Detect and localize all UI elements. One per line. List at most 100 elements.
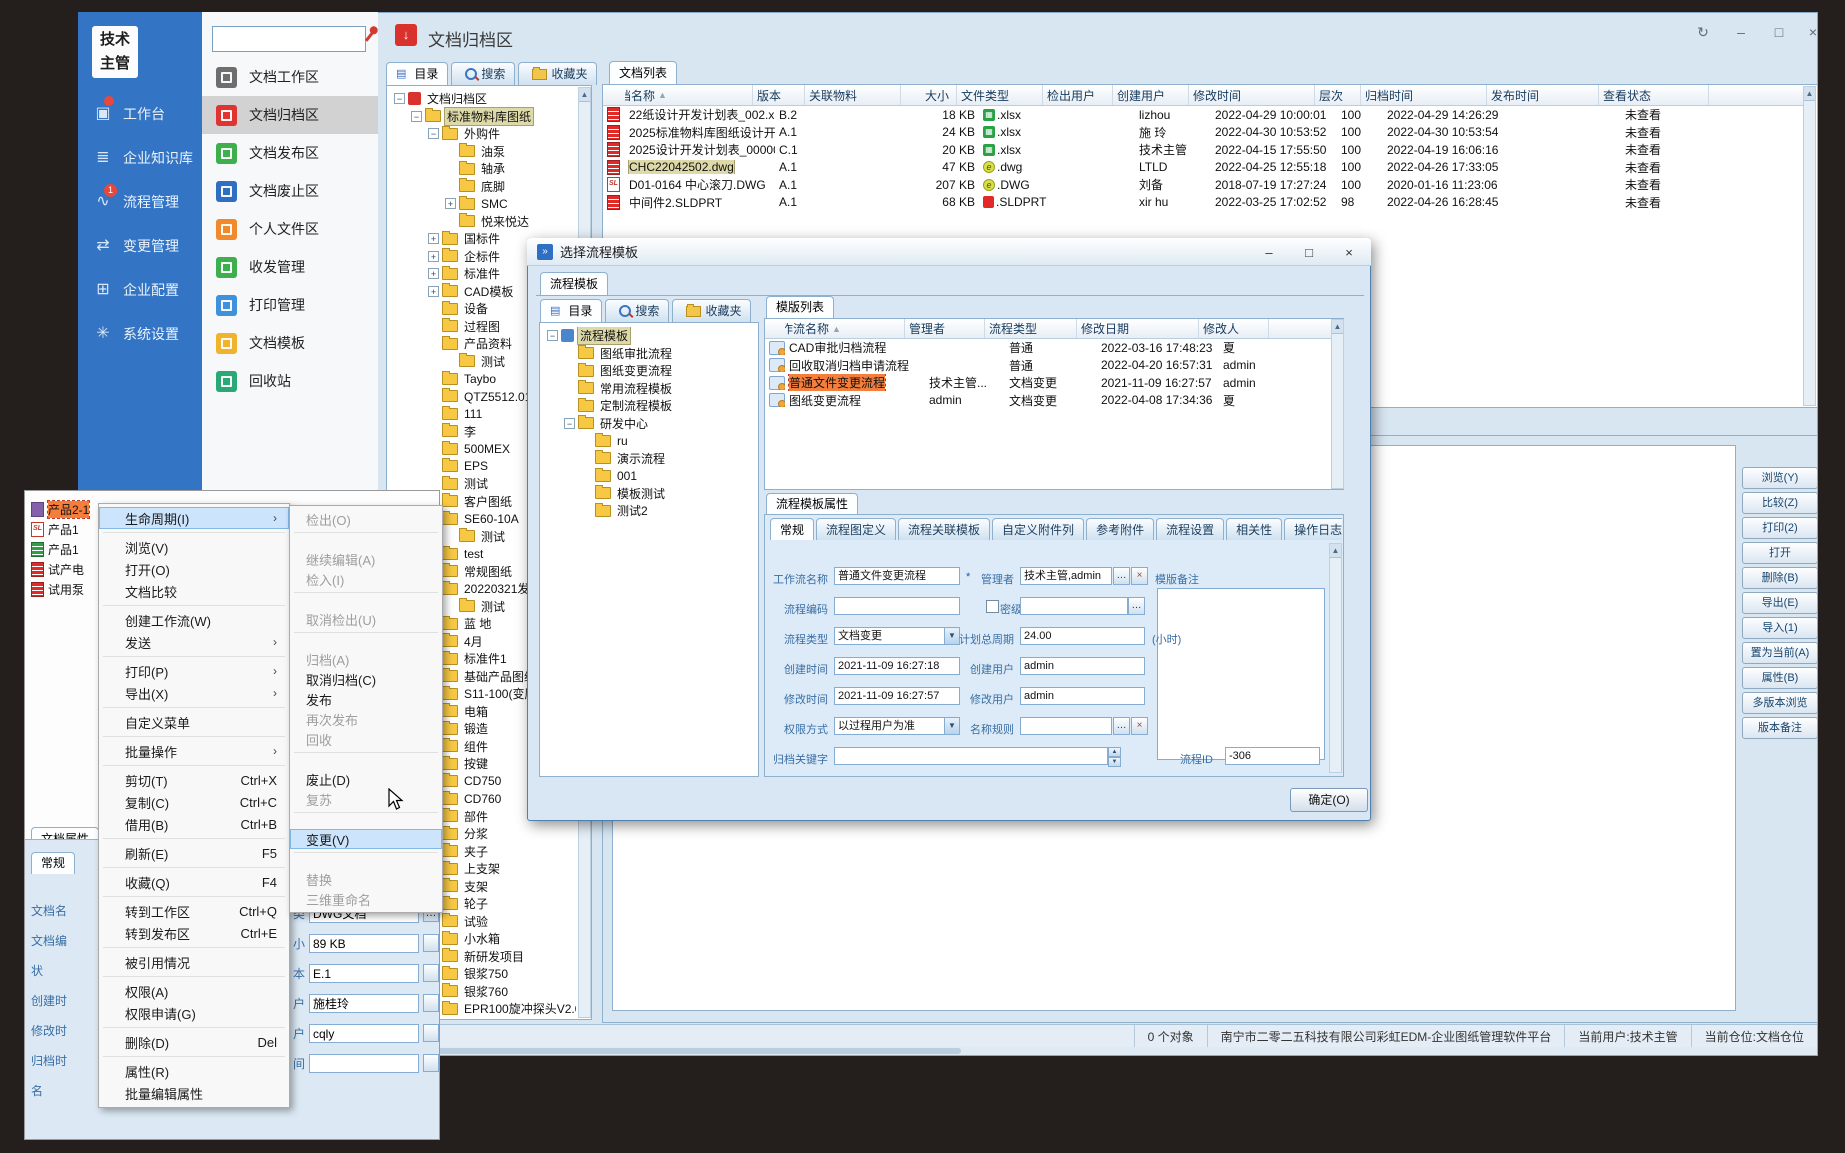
menu-item[interactable]: 发布: [290, 689, 442, 709]
table-row[interactable]: 回收取消归档申请流程 普通 2022-04-20 16:57:31 admin: [765, 357, 1331, 375]
menu-item[interactable]: 借用(B) Ctrl+B: [99, 813, 289, 835]
menu-item[interactable]: 自定义菜单: [99, 711, 289, 733]
menu-item[interactable]: 复制(C) Ctrl+C: [99, 791, 289, 813]
workflow-name-cell[interactable]: 回收取消归档申请流程: [785, 357, 925, 374]
nav-item[interactable]: 文档工作区: [202, 58, 378, 96]
column-header[interactable]: 修改人: [1199, 319, 1269, 338]
menu-item[interactable]: 转到发布区 Ctrl+E: [99, 922, 289, 944]
scroll-up-icon[interactable]: ▲: [579, 88, 590, 102]
search-input[interactable]: [212, 26, 366, 52]
doc-list-scrollbar[interactable]: ▲: [1803, 86, 1816, 406]
tree-node[interactable]: − 文档归档区: [388, 90, 576, 108]
props-tab[interactable]: 流程关联模板: [898, 518, 990, 540]
expander-icon[interactable]: −: [394, 93, 405, 104]
browse-button[interactable]: [423, 1054, 439, 1072]
sidebar-item[interactable]: ▣ ● 工作台: [78, 92, 202, 136]
browse-button[interactable]: [423, 964, 439, 982]
menu-item[interactable]: [290, 809, 442, 829]
doc-name-cell[interactable]: 中间件2.SLDPRT: [625, 194, 775, 211]
props-tab[interactable]: 自定义附件列: [992, 518, 1084, 540]
menu-item[interactable]: 继续编辑(A): [290, 549, 442, 569]
column-header[interactable]: 文档名称▲: [603, 85, 753, 105]
menu-item[interactable]: 浏览(V): [99, 536, 289, 558]
props-scrollbar[interactable]: ▲: [1329, 543, 1342, 773]
general-tab[interactable]: 常规: [31, 852, 75, 874]
menu-item[interactable]: 三维重命名: [290, 889, 442, 909]
nav-item[interactable]: 文档发布区: [202, 134, 378, 172]
doc-list-tab[interactable]: 文档列表: [609, 61, 677, 84]
browse-button[interactable]: …: [1113, 567, 1130, 585]
menu-item[interactable]: 刷新(E) F5: [99, 842, 289, 864]
column-header[interactable]: 发布时间: [1487, 85, 1599, 105]
field-value[interactable]: cqly: [309, 1024, 419, 1043]
tree-node[interactable]: 悦来悦达: [388, 213, 576, 231]
table-row[interactable]: 2025设计开发计划表_000001... C.1 20 KB .xlsx 技术…: [603, 141, 1803, 159]
action-button[interactable]: 属性(B): [1742, 667, 1818, 689]
secret-field[interactable]: [1020, 597, 1128, 615]
menu-item[interactable]: 权限(A): [99, 980, 289, 1002]
menu-item[interactable]: [99, 835, 289, 842]
tree-node[interactable]: 演示流程: [541, 450, 745, 468]
scroll-up-icon[interactable]: ▲: [1332, 320, 1343, 334]
column-header[interactable]: 层次: [1315, 85, 1361, 105]
table-row[interactable]: CAD审批归档流程 普通 2022-03-16 17:48:23 夏: [765, 339, 1331, 357]
menu-item[interactable]: [99, 1024, 289, 1031]
menu-item[interactable]: 被引用情况: [99, 951, 289, 973]
expander-icon[interactable]: +: [445, 198, 456, 209]
menu-item[interactable]: [99, 529, 289, 536]
menu-item[interactable]: 检入(I): [290, 569, 442, 589]
sidebar-item[interactable]: ⇄ 变更管理: [78, 224, 202, 268]
menu-item[interactable]: [290, 589, 442, 609]
tree-tab[interactable]: 搜索: [451, 62, 515, 85]
menu-item[interactable]: 取消检出(U): [290, 609, 442, 629]
menu-item[interactable]: 批量编辑属性: [99, 1082, 289, 1104]
tree-node[interactable]: 轴承: [388, 160, 576, 178]
maximize-button[interactable]: □: [1766, 24, 1792, 40]
minimize-button[interactable]: –: [1728, 24, 1754, 40]
ok-button[interactable]: 确定(O): [1290, 788, 1368, 812]
menu-item[interactable]: [99, 944, 289, 951]
menu-item[interactable]: 收藏(Q) F4: [99, 871, 289, 893]
menu-item[interactable]: 废止(D): [290, 769, 442, 789]
column-header[interactable]: 管理者: [905, 319, 985, 338]
column-header[interactable]: 关联物料: [805, 85, 901, 105]
workflow-name-cell[interactable]: 普通文件变更流程: [785, 374, 925, 391]
template-props-tab[interactable]: 流程模板属性: [766, 493, 858, 515]
menu-item[interactable]: [99, 704, 289, 711]
menu-item[interactable]: [99, 864, 289, 871]
browse-button[interactable]: [423, 1024, 439, 1042]
column-header[interactable]: 版本: [753, 85, 805, 105]
spinner-control[interactable]: ▲▼: [1108, 747, 1121, 765]
field-value[interactable]: [309, 1054, 419, 1073]
tree-node[interactable]: − 外购件: [388, 125, 576, 143]
expander-icon[interactable]: +: [428, 233, 439, 244]
table-row[interactable]: 中间件2.SLDPRT A.1 68 KB .SLDPRT xir hu 202…: [603, 194, 1803, 212]
menu-item[interactable]: 替换: [290, 869, 442, 889]
dialog-minimize-button[interactable]: –: [1254, 245, 1284, 260]
column-header[interactable]: 查看状态: [1599, 85, 1709, 105]
tree-tab[interactable]: ▤目录: [386, 62, 448, 85]
action-button[interactable]: 删除(B): [1742, 567, 1818, 589]
browse-button[interactable]: [423, 994, 439, 1012]
flow-id-field[interactable]: -306: [1225, 747, 1320, 765]
nav-item[interactable]: 回收站: [202, 362, 378, 400]
field-value[interactable]: 89 KB: [309, 934, 419, 953]
tree-node[interactable]: 油泵: [388, 143, 576, 161]
tree-node[interactable]: − 标准物料库图纸: [388, 108, 576, 126]
action-button[interactable]: 导入(1): [1742, 617, 1818, 639]
tree-node[interactable]: − 研发中心: [541, 415, 745, 433]
props-tab[interactable]: 相关性: [1226, 518, 1282, 540]
nav-item[interactable]: 文档模板: [202, 324, 378, 362]
tree-node[interactable]: 图纸审批流程: [541, 345, 745, 363]
tree-node[interactable]: ru: [541, 432, 745, 450]
menu-item[interactable]: 打印(P) ›: [99, 660, 289, 682]
menu-item[interactable]: 批量操作 ›: [99, 740, 289, 762]
menu-item[interactable]: 取消归档(C): [290, 669, 442, 689]
doc-name-cell[interactable]: 2025设计开发计划表_000001...: [625, 141, 775, 158]
sidebar-item[interactable]: ✳ 系统设置: [78, 312, 202, 356]
doc-name-cell[interactable]: D01-0164 中心滚刀.DWG: [625, 176, 775, 193]
doc-name-cell[interactable]: 2025标准物料库图纸设计开...: [625, 124, 775, 141]
menu-item[interactable]: [290, 749, 442, 769]
menu-item[interactable]: 归档(A): [290, 649, 442, 669]
sidebar-item[interactable]: ≣ 企业知识库: [78, 136, 202, 180]
